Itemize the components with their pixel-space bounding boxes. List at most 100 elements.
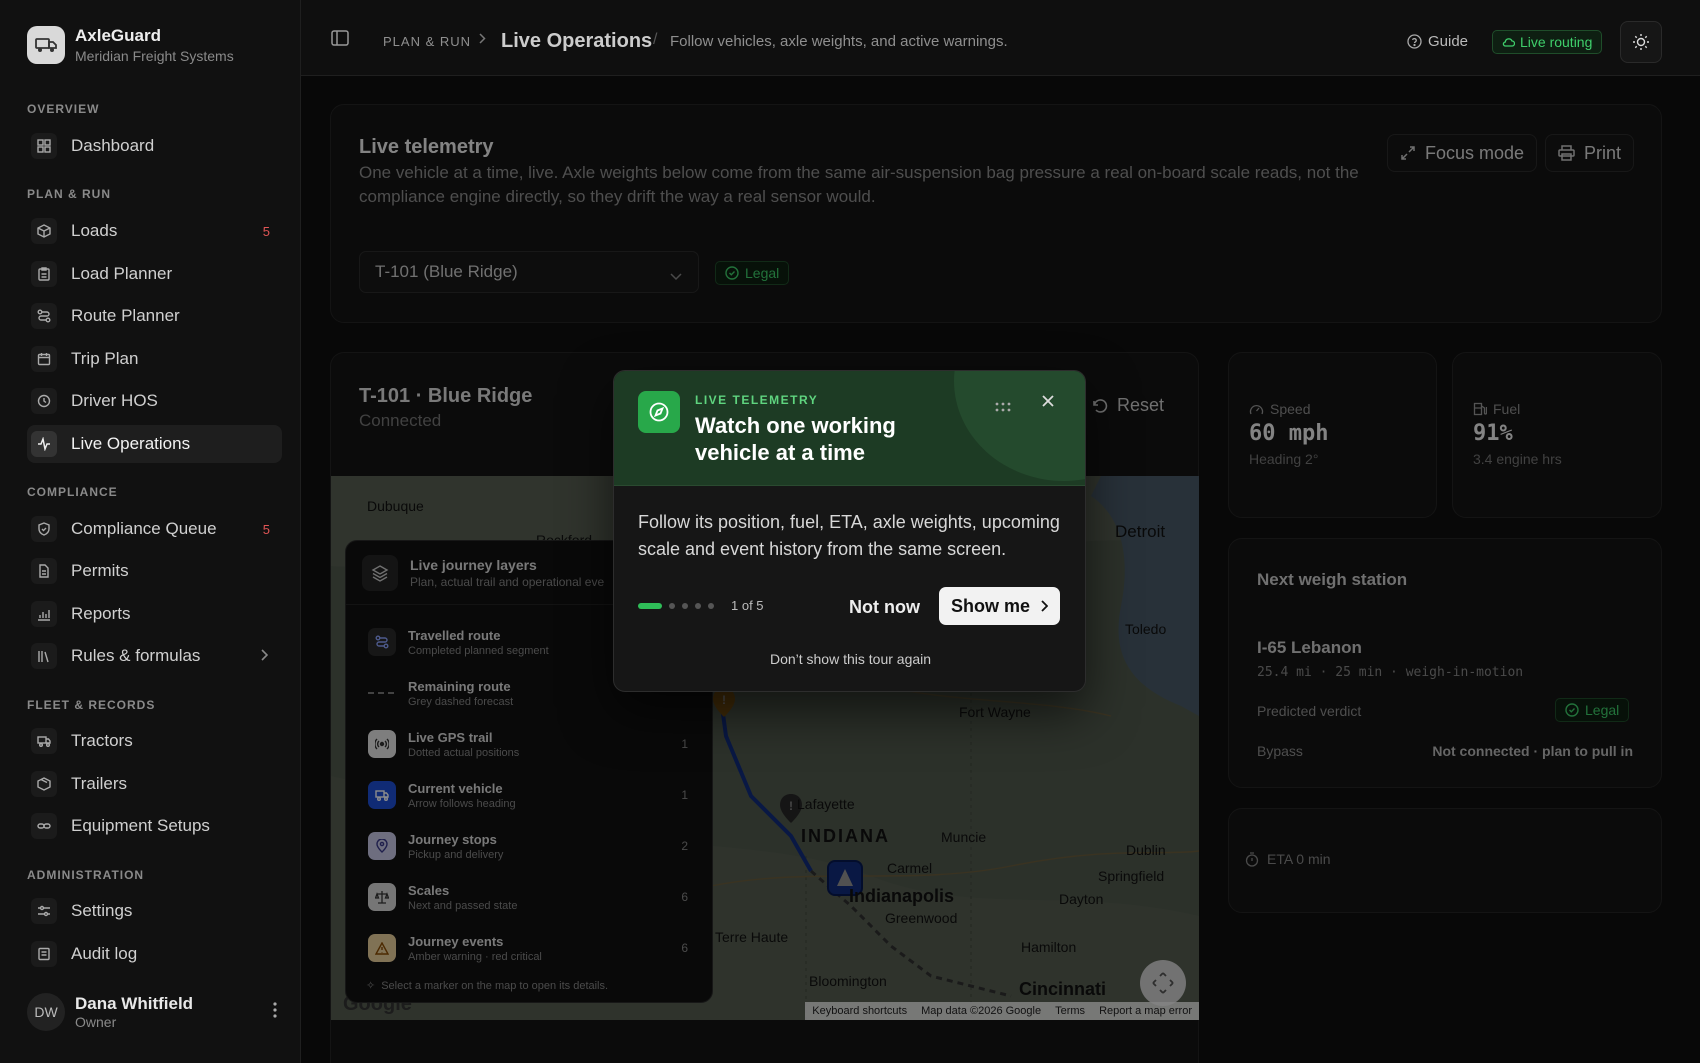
sidebar: AxleGuard Meridian Freight Systems OVERV… [0,0,301,1063]
tour-eyebrow: LIVE TELEMETRY [695,393,819,407]
sidebar-item-label: Permits [71,561,129,580]
sidebar-item-label: Driver HOS [71,391,158,410]
help-circle-icon [1407,34,1422,49]
sidebar-item-label: Compliance Queue [71,519,217,538]
breadcrumb-section[interactable]: PLAN & RUN [383,34,471,49]
nav-section-compliance: COMPLIANCE [27,485,118,499]
more-vertical-icon[interactable] [273,1001,277,1023]
truck-logo-icon [27,26,65,64]
compliance-count-badge: 5 [262,521,270,537]
chevron-right-icon [479,31,486,47]
user-profile[interactable]: DW Dana Whitfield Owner [27,993,277,1031]
route-icon [31,303,57,329]
page-title: Live Operations [501,30,653,52]
truck-icon [31,728,57,754]
link-icon [31,813,57,839]
nav-section-plan-run: PLAN & RUN [27,187,111,201]
not-now-button[interactable]: Not now [849,597,920,618]
log-icon [31,941,57,967]
calendar-icon [31,346,57,372]
app-root: AxleGuard Meridian Freight Systems OVERV… [0,0,1700,1063]
chevron-right-icon [1041,600,1049,612]
chevron-right-icon [260,646,269,666]
grid-icon [31,133,57,159]
tour-decoration [954,371,1085,481]
breadcrumb-divider: / [653,31,658,48]
show-me-button[interactable]: Show me [939,587,1061,625]
tour-popover: LIVE TELEMETRY Watch one working vehicle… [613,370,1086,692]
dont-show-again-link[interactable]: Don’t show this tour again [614,651,1085,667]
nav-section-administration: ADMINISTRATION [27,868,145,882]
sidebar-item-label: Audit log [71,944,138,963]
avatar: DW [27,993,65,1031]
sidebar-toggle-icon[interactable] [331,30,349,51]
package-icon [31,771,57,797]
compass-icon [638,391,680,433]
drag-handle-icon[interactable] [995,399,1011,417]
sidebar-item-driver-hos[interactable]: Driver HOS [27,382,282,420]
sidebar-item-label: Loads [71,221,118,240]
sidebar-item-label: Dashboard [71,136,155,155]
progress-dot [708,603,714,609]
progress-dot [682,603,688,609]
sidebar-item-equipment-setups[interactable]: Equipment Setups [27,807,282,845]
shield-icon [31,516,57,542]
bar-chart-icon [31,601,57,627]
sidebar-item-rules-formulas[interactable]: Rules & formulas [27,637,282,675]
sidebar-item-label: Settings [71,901,133,920]
user-name: Dana Whitfield [75,994,194,1013]
sidebar-item-dashboard[interactable]: Dashboard [27,127,282,165]
brand-name: AxleGuard [75,26,161,45]
sidebar-item-route-planner[interactable]: Route Planner [27,297,282,335]
activity-icon [31,431,57,457]
user-role: Owner [75,1014,117,1030]
sidebar-item-label: Tractors [71,731,133,750]
tour-step-counter: 1 of 5 [731,598,764,613]
clock-icon [31,388,57,414]
sidebar-item-label: Trip Plan [71,349,139,368]
sidebar-item-loads[interactable]: Loads 5 [27,212,282,250]
sidebar-item-reports[interactable]: Reports [27,595,282,633]
brand[interactable]: AxleGuard Meridian Freight Systems [27,26,234,64]
guide-button[interactable]: Guide [1407,33,1468,50]
library-icon [31,643,57,669]
sidebar-item-label: Equipment Setups [71,816,210,835]
show-me-label: Show me [951,595,1031,616]
sidebar-item-load-planner[interactable]: Load Planner [27,255,282,293]
sidebar-item-audit-log[interactable]: Audit log [27,935,282,973]
document-icon [31,558,57,584]
sidebar-item-label: Live Operations [71,434,191,453]
close-icon[interactable] [1041,394,1055,413]
sidebar-item-label: Rules & formulas [71,646,201,665]
live-routing-badge: Live routing [1492,30,1603,54]
nav-section-fleet-records: FLEET & RECORDS [27,698,156,712]
box-icon [31,218,57,244]
sidebar-item-live-operations[interactable]: Live Operations [27,425,282,463]
live-routing-label: Live routing [1520,34,1593,50]
tour-body: Follow its position, fuel, ETA, axle wei… [638,512,1060,559]
clipboard-icon [31,261,57,287]
tour-header: LIVE TELEMETRY Watch one working vehicle… [614,371,1085,486]
progress-dot-active [638,603,662,609]
nav-section-overview: OVERVIEW [27,102,100,116]
sidebar-item-label: Load Planner [71,264,173,283]
sidebar-item-settings[interactable]: Settings [27,892,282,930]
guide-label: Guide [1428,33,1469,50]
topbar: PLAN & RUN Live Operations / Follow vehi… [301,0,1700,76]
page-description: Follow vehicles, axle weights, and activ… [670,33,1008,50]
progress-dot [669,603,675,609]
sidebar-item-permits[interactable]: Permits [27,552,282,590]
tour-progress-dots [638,603,714,609]
sidebar-item-tractors[interactable]: Tractors [27,722,282,760]
sidebar-item-label: Reports [71,604,131,623]
sidebar-item-compliance-queue[interactable]: Compliance Queue 5 [27,510,282,548]
sun-icon [1633,34,1649,50]
sidebar-item-trailers[interactable]: Trailers [27,765,282,803]
cloud-icon [1502,38,1515,47]
sidebar-item-trip-plan[interactable]: Trip Plan [27,340,282,378]
sidebar-item-label: Route Planner [71,306,180,325]
brand-subtitle: Meridian Freight Systems [75,48,234,64]
sidebar-item-label: Trailers [71,774,128,793]
tour-title: Watch one working vehicle at a time [695,413,896,465]
theme-toggle-button[interactable] [1620,21,1662,63]
